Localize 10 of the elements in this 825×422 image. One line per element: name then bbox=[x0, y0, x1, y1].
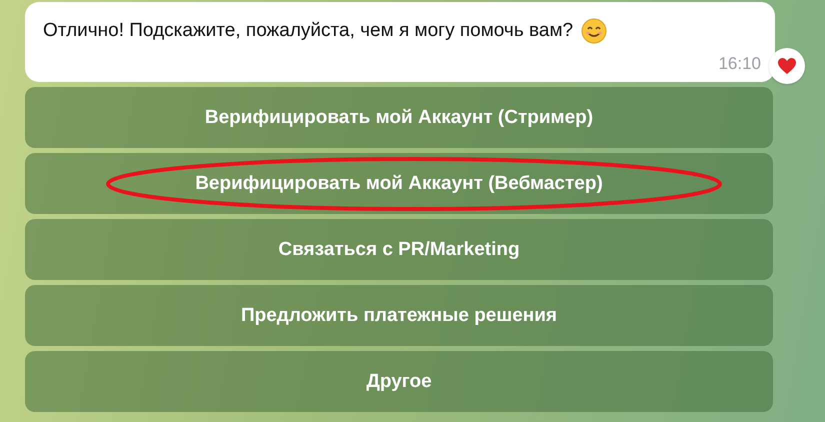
reply-button[interactable]: Связаться с PR/Marketing bbox=[25, 219, 773, 280]
reply-button[interactable]: Другое bbox=[25, 351, 773, 412]
smiley-icon bbox=[581, 18, 608, 44]
message-text: Отлично! Подскажите, пожалуйста, чем я могу помочь вам? bbox=[43, 20, 574, 42]
reply-button[interactable]: Предложить платежные решения bbox=[25, 285, 773, 346]
reaction-badge[interactable] bbox=[769, 48, 805, 84]
message-time: 16:10 bbox=[718, 54, 761, 74]
reply-button[interactable]: Верифицировать мой Аккаунт (Стример) bbox=[25, 87, 773, 148]
heart-icon bbox=[777, 57, 797, 75]
reply-button[interactable]: Верифицировать мой Аккаунт (Вебмастер) bbox=[25, 153, 773, 214]
